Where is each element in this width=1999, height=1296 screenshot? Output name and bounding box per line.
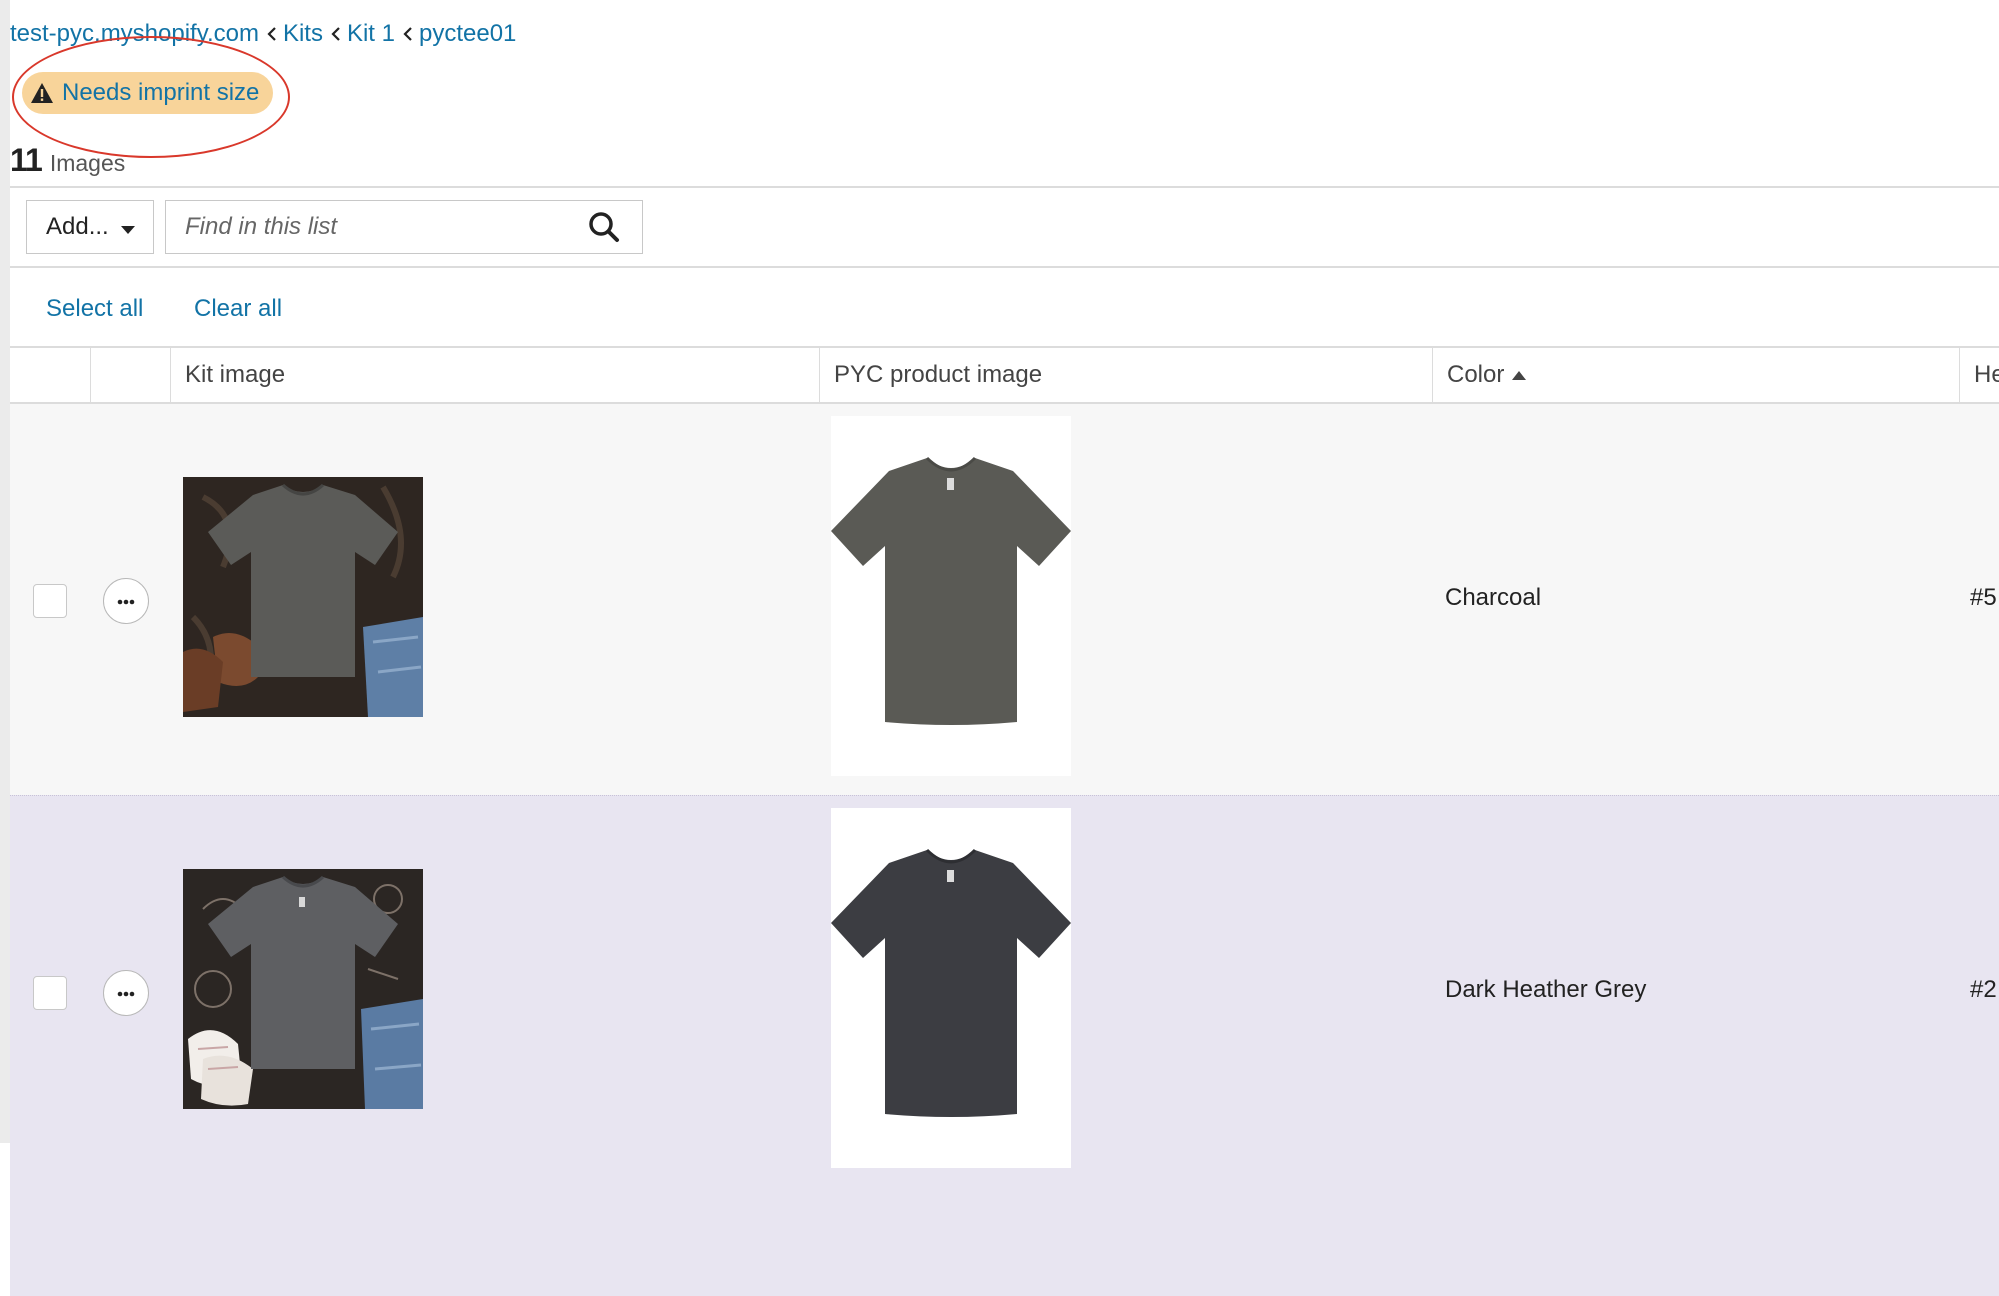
chevron-left-icon [331, 26, 341, 42]
chevron-left-icon [267, 26, 277, 42]
images-table: Kit image PYC product image Color He Cha… [10, 346, 1999, 1296]
warning-triangle-icon [30, 82, 54, 104]
kit-image-thumbnail[interactable] [183, 869, 423, 1109]
row-checkbox[interactable] [33, 976, 67, 1010]
more-horizontal-icon [117, 984, 135, 1002]
column-header-hex[interactable]: He [1959, 348, 1999, 402]
image-count: 11 Images [10, 142, 125, 179]
more-horizontal-icon [117, 592, 135, 610]
caret-down-icon [121, 213, 135, 241]
clear-all-link[interactable]: Clear all [194, 295, 282, 323]
breadcrumb-kit[interactable]: Kit 1 [347, 20, 395, 48]
breadcrumb: test-pyc.myshopify.com Kits Kit 1 pyctee… [10, 20, 516, 48]
divider [10, 186, 1999, 188]
add-dropdown-button[interactable]: Add... [26, 200, 154, 254]
color-cell: Charcoal [1445, 584, 1542, 611]
table-row[interactable]: Charcoal #5 [10, 404, 1999, 795]
chevron-left-icon [403, 26, 413, 42]
divider [10, 266, 1999, 268]
breadcrumb-store[interactable]: test-pyc.myshopify.com [10, 20, 259, 48]
column-header-kit-image[interactable]: Kit image [170, 348, 820, 402]
breadcrumb-product[interactable]: pyctee01 [419, 20, 516, 48]
left-edge [0, 0, 10, 1143]
sort-ascending-icon [1512, 370, 1527, 380]
hex-cell: #2 [1970, 976, 1997, 1003]
add-label: Add... [46, 213, 109, 240]
warning-label: Needs imprint size [62, 79, 260, 106]
row-actions-button[interactable] [103, 970, 149, 1016]
search-input[interactable] [166, 201, 584, 253]
column-header-pyc-product-image[interactable]: PYC product image [819, 348, 1432, 402]
image-count-number: 11 [10, 142, 43, 178]
pyc-product-image-thumbnail[interactable] [831, 416, 1071, 776]
breadcrumb-kits[interactable]: Kits [283, 20, 323, 48]
color-cell: Dark Heather Grey [1445, 976, 1647, 1003]
kit-image-thumbnail[interactable] [183, 477, 423, 717]
search-field [165, 200, 643, 254]
pyc-product-image-thumbnail[interactable] [831, 808, 1071, 1168]
column-header-color[interactable]: Color [1432, 348, 1959, 402]
needs-imprint-size-badge[interactable]: Needs imprint size [22, 72, 274, 114]
row-checkbox[interactable] [33, 584, 67, 618]
select-all-link[interactable]: Select all [46, 295, 143, 323]
table-row[interactable]: Dark Heather Grey #2 [10, 795, 1999, 1296]
image-count-label: Images [49, 150, 126, 176]
search-icon[interactable] [584, 211, 624, 243]
column-header-select [10, 348, 90, 402]
hex-cell: #5 [1970, 584, 1997, 611]
row-actions-button[interactable] [103, 578, 149, 624]
column-header-actions [90, 348, 170, 402]
table-header: Kit image PYC product image Color He [10, 346, 1999, 404]
